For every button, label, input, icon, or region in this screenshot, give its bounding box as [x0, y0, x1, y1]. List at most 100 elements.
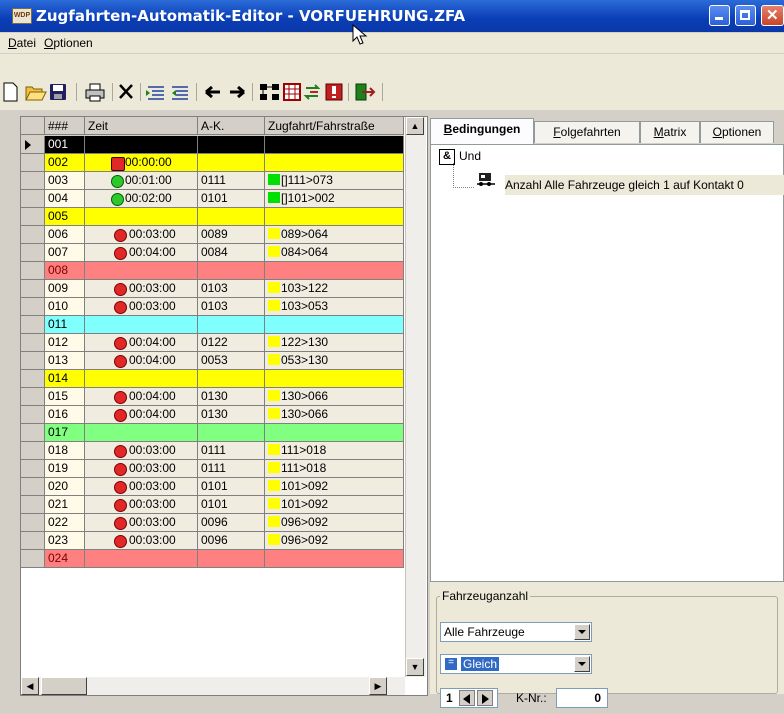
row-number-cell[interactable]: 023: [45, 532, 85, 550]
time-cell[interactable]: 00:03:00: [85, 226, 198, 244]
time-cell[interactable]: 00:04:00: [85, 388, 198, 406]
time-cell[interactable]: [85, 550, 198, 568]
route-cell[interactable]: []111>073: [265, 172, 404, 190]
alert-icon[interactable]: [325, 83, 343, 101]
tree-root-label[interactable]: Und: [459, 149, 481, 163]
column-header-route[interactable]: Zugfahrt/Fahrstraße: [265, 117, 404, 135]
time-cell[interactable]: 00:04:00: [85, 334, 198, 352]
open-folder-icon[interactable]: [25, 86, 47, 101]
time-cell[interactable]: [85, 208, 198, 226]
route-cell[interactable]: [265, 424, 404, 442]
route-cell[interactable]: 096>092: [265, 532, 404, 550]
table-row[interactable]: 020 00:03:00 0101 101>092: [21, 478, 404, 496]
contact-cell[interactable]: 0101: [198, 496, 265, 514]
time-cell[interactable]: [85, 136, 198, 154]
scroll-right-button[interactable]: ▶: [369, 677, 387, 695]
table-row[interactable]: 024: [21, 550, 404, 568]
table-row[interactable]: 006 00:03:00 0089 089>064: [21, 226, 404, 244]
contact-cell[interactable]: 0084: [198, 244, 265, 262]
minimize-button[interactable]: [709, 5, 730, 26]
route-cell[interactable]: 122>130: [265, 334, 404, 352]
contact-cell[interactable]: [198, 424, 265, 442]
table-row[interactable]: 002 00:00:00: [21, 154, 404, 172]
row-number-cell[interactable]: 012: [45, 334, 85, 352]
row-indicator[interactable]: [21, 388, 45, 406]
contact-cell[interactable]: [198, 370, 265, 388]
row-number-cell[interactable]: 010: [45, 298, 85, 316]
row-number-cell[interactable]: 021: [45, 496, 85, 514]
contact-cell[interactable]: 0111: [198, 442, 265, 460]
time-cell[interactable]: 00:03:00: [85, 460, 198, 478]
row-number-cell[interactable]: 007: [45, 244, 85, 262]
row-indicator[interactable]: [21, 136, 45, 154]
print-icon[interactable]: [85, 83, 105, 102]
train-schedule-grid[interactable]: ### Zeit A-K. Zugfahrt/Fahrstraße 001 002…: [20, 116, 428, 696]
table-row[interactable]: 017: [21, 424, 404, 442]
row-number-cell[interactable]: 004: [45, 190, 85, 208]
condition-item[interactable]: Anzahl Alle Fahrzeuge gleich 1 auf Konta…: [505, 175, 784, 195]
row-number-cell[interactable]: 016: [45, 406, 85, 424]
table-row[interactable]: 022 00:03:00 0096 096>092: [21, 514, 404, 532]
column-header-number[interactable]: ###: [45, 117, 85, 135]
route-cell[interactable]: 084>064: [265, 244, 404, 262]
row-number-cell[interactable]: 022: [45, 514, 85, 532]
route-cell[interactable]: 130>066: [265, 388, 404, 406]
table-row[interactable]: 009 00:03:00 0103 103>122: [21, 280, 404, 298]
row-indicator[interactable]: [21, 298, 45, 316]
route-cell[interactable]: [265, 136, 404, 154]
contact-cell[interactable]: 0096: [198, 514, 265, 532]
time-cell[interactable]: 00:02:00: [85, 190, 198, 208]
network-icon[interactable]: [260, 84, 279, 100]
time-cell[interactable]: 00:03:00: [85, 442, 198, 460]
route-cell[interactable]: 103>122: [265, 280, 404, 298]
row-number-cell[interactable]: 019: [45, 460, 85, 478]
table-row[interactable]: 016 00:04:00 0130 130>066: [21, 406, 404, 424]
route-cell[interactable]: []101>002: [265, 190, 404, 208]
route-cell[interactable]: 111>018: [265, 442, 404, 460]
contact-cell[interactable]: 0089: [198, 226, 265, 244]
row-number-cell[interactable]: 018: [45, 442, 85, 460]
tab-optionen[interactable]: Optionen: [700, 121, 774, 143]
contact-cell[interactable]: 0103: [198, 298, 265, 316]
table-row[interactable]: 005: [21, 208, 404, 226]
chevron-down-icon[interactable]: [574, 656, 590, 672]
row-indicator[interactable]: [21, 316, 45, 334]
time-cell[interactable]: [85, 370, 198, 388]
route-cell[interactable]: [265, 154, 404, 172]
table-row[interactable]: 003 00:01:00 0111 []111>073: [21, 172, 404, 190]
route-cell[interactable]: 053>130: [265, 352, 404, 370]
row-number-cell[interactable]: 014: [45, 370, 85, 388]
row-indicator[interactable]: [21, 352, 45, 370]
tab-matrix[interactable]: Matrix: [640, 121, 700, 143]
row-indicator[interactable]: [21, 532, 45, 550]
table-row[interactable]: 008: [21, 262, 404, 280]
row-indicator[interactable]: [21, 226, 45, 244]
menu-datei[interactable]: Datei: [8, 36, 36, 50]
tab-bedingungen[interactable]: Bedingungen: [430, 118, 534, 145]
table-row[interactable]: 004 00:02:00 0101 []101>002: [21, 190, 404, 208]
contact-cell[interactable]: [198, 208, 265, 226]
time-cell[interactable]: 00:00:00: [85, 154, 198, 172]
table-row[interactable]: 019 00:03:00 0111 111>018: [21, 460, 404, 478]
vertical-scrollbar[interactable]: ▲ ▼: [405, 117, 426, 677]
vehicle-selector-dropdown[interactable]: Alle Fahrzeuge: [440, 622, 592, 642]
close-button[interactable]: ✕: [761, 5, 784, 26]
time-cell[interactable]: [85, 316, 198, 334]
scroll-left-button[interactable]: ◀: [21, 677, 39, 695]
contact-cell[interactable]: 0101: [198, 190, 265, 208]
time-cell[interactable]: 00:04:00: [85, 244, 198, 262]
new-file-icon[interactable]: [3, 82, 18, 102]
row-indicator[interactable]: [21, 478, 45, 496]
row-number-cell[interactable]: 001: [45, 136, 85, 154]
row-number-cell[interactable]: 013: [45, 352, 85, 370]
table-row[interactable]: 010 00:03:00 0103 103>053: [21, 298, 404, 316]
time-cell[interactable]: 00:03:00: [85, 298, 198, 316]
table-row[interactable]: 015 00:04:00 0130 130>066: [21, 388, 404, 406]
row-indicator[interactable]: [21, 514, 45, 532]
exit-icon[interactable]: [355, 83, 376, 101]
row-number-cell[interactable]: 017: [45, 424, 85, 442]
row-number-cell[interactable]: 003: [45, 172, 85, 190]
route-cell[interactable]: 101>092: [265, 478, 404, 496]
row-indicator[interactable]: [21, 244, 45, 262]
swap-icon[interactable]: [303, 84, 321, 100]
